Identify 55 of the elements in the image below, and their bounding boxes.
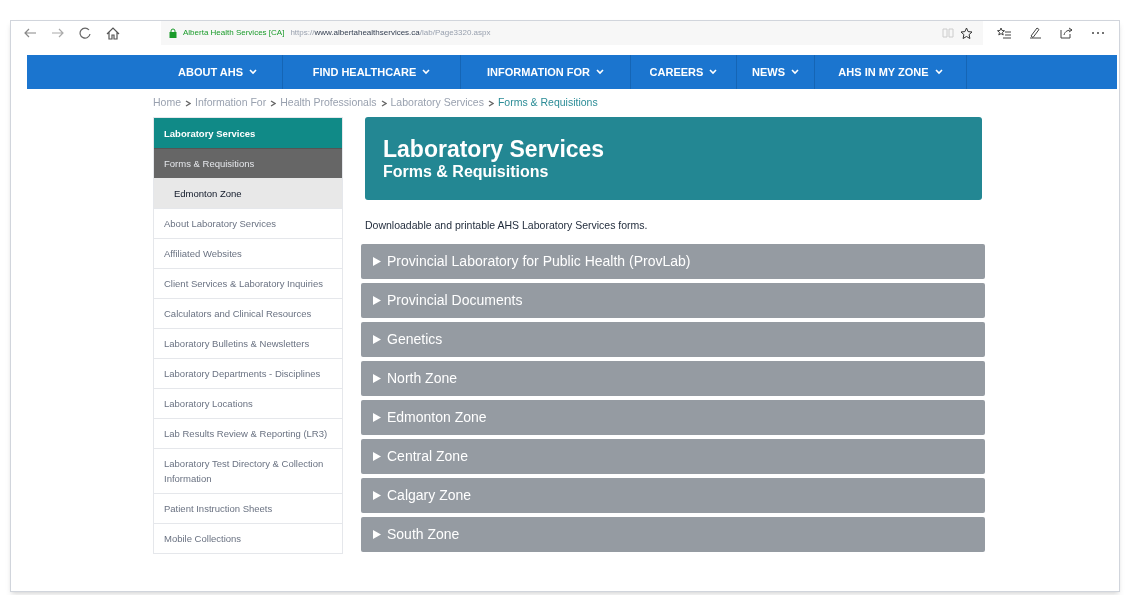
triangle-right-icon (373, 529, 381, 539)
more-icon[interactable] (1091, 31, 1105, 35)
accordion-header[interactable]: Provincial Documents (361, 282, 985, 318)
accordion-header[interactable]: South Zone (361, 516, 985, 552)
triangle-right-icon (373, 490, 381, 500)
accordion-header[interactable]: North Zone (361, 360, 985, 396)
sidebar-item[interactable]: Forms & Requisitions (154, 148, 342, 178)
lock-icon (169, 28, 177, 38)
breadcrumb-link[interactable]: Forms & Requisitions (497, 95, 598, 111)
url-text: https://www.albertahealthservices.ca/lab/Page3320.aspx (290, 27, 491, 39)
chevron-down-icon (596, 69, 605, 75)
nav-menu-item[interactable]: CAREERS (631, 55, 737, 89)
share-icon[interactable] (1060, 27, 1073, 39)
breadcrumb-separator-icon (270, 99, 277, 107)
refresh-icon[interactable] (79, 26, 92, 40)
nav-menu-item[interactable]: INFORMATION FOR (461, 55, 631, 89)
nav-menu-item[interactable]: AHS IN MY ZONE (815, 55, 967, 89)
address-bar[interactable]: Alberta Health Services [CA] https://www.albertahealthservices.ca/lab/Page3320.aspx (161, 21, 983, 45)
chevron-down-icon (709, 69, 718, 75)
pen-icon[interactable] (1029, 27, 1042, 39)
accordion-header[interactable]: Provincial Laboratory for Public Health (ProvLab) (361, 243, 985, 279)
sidebar-item[interactable]: Laboratory Services (154, 118, 342, 148)
triangle-right-icon (373, 334, 381, 344)
breadcrumb-separator-icon (487, 99, 494, 107)
breadcrumb-link[interactable]: Information For (195, 95, 267, 111)
nav-menu-item[interactable]: NEWS (737, 55, 815, 89)
page-title: Laboratory Services (383, 135, 606, 162)
accordion-header[interactable]: Calgary Zone (361, 477, 985, 513)
accordion-header[interactable]: Genetics (361, 321, 985, 357)
home-icon[interactable] (106, 26, 120, 40)
chevron-down-icon (422, 69, 431, 75)
chevron-down-icon (934, 69, 943, 75)
intro-text: Downloadable and printable AHS Laboratory Services forms. (365, 218, 649, 233)
breadcrumb-link[interactable]: Home (153, 95, 181, 111)
star-icon[interactable] (960, 26, 973, 40)
triangle-right-icon (373, 373, 381, 383)
breadcrumb-separator-icon (380, 99, 387, 107)
sidebar-item[interactable]: Edmonton Zone (154, 178, 342, 208)
triangle-right-icon (373, 412, 381, 422)
triangle-right-icon (373, 256, 381, 266)
accordion-header[interactable]: Central Zone (361, 438, 985, 474)
accordion-header[interactable]: Edmonton Zone (361, 399, 985, 435)
chevron-down-icon (249, 69, 257, 75)
page-subtitle: Forms & Requisitions (383, 162, 550, 182)
site-name: Alberta Health Services [CA] (183, 27, 285, 39)
nav-menu-item[interactable]: FIND HEALTHCARE (283, 55, 461, 89)
chevron-down-icon (791, 69, 799, 75)
triangle-right-icon (373, 295, 381, 305)
triangle-right-icon (373, 451, 381, 461)
favorites-icon[interactable] (997, 27, 1011, 39)
nav-menu-item[interactable]: ABOUT AHS (153, 55, 283, 89)
breadcrumb-separator-icon (185, 99, 191, 107)
breadcrumb-link[interactable]: Laboratory Services (390, 95, 484, 111)
back-icon[interactable] (23, 27, 37, 39)
breadcrumb-link[interactable]: Health Professionals (280, 95, 377, 111)
